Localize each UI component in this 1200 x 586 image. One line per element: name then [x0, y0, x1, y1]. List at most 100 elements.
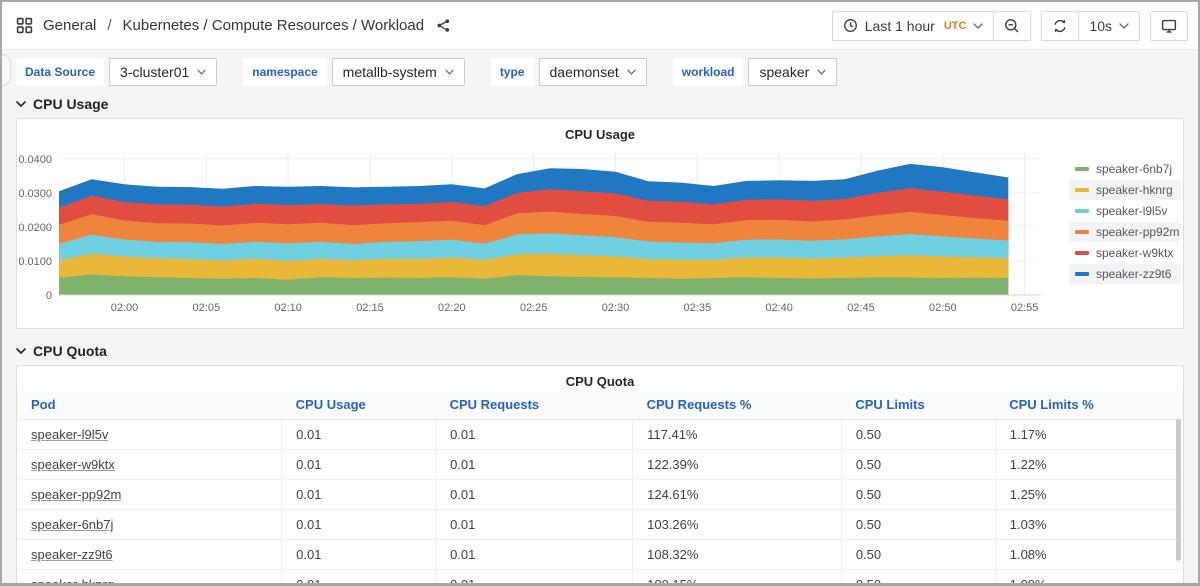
column-header[interactable]: CPU Limits % [995, 391, 1183, 420]
legend-item[interactable]: speaker-hknrg [1069, 180, 1181, 200]
legend-item[interactable]: speaker-zz9t6 [1069, 264, 1181, 284]
table-cell: 0.01 [436, 480, 633, 510]
variable-dropdown[interactable]: metallb-system [332, 58, 465, 86]
x-axis-tick: 02:40 [765, 302, 793, 314]
legend-color-swatch [1075, 209, 1089, 213]
refresh-interval-picker[interactable]: 10s [1078, 12, 1139, 40]
chevron-down-icon [817, 69, 826, 75]
column-header[interactable]: CPU Requests [436, 391, 633, 420]
panel-title[interactable]: CPU Usage [17, 119, 1183, 144]
table-row: speaker-pp92m0.010.01124.61%0.501.25% [17, 480, 1183, 510]
section-header-cpu-usage[interactable]: CPU Usage [16, 96, 1184, 112]
x-axis-tick: 02:00 [111, 302, 139, 314]
table-cell: 0.01 [282, 420, 436, 450]
share-icon[interactable] [436, 18, 451, 33]
table-cell: 0.01 [436, 450, 633, 480]
x-axis-tick: 02:05 [193, 302, 221, 314]
x-axis-tick: 02:50 [929, 302, 957, 314]
table-cell: 1.22% [995, 450, 1183, 480]
pod-link[interactable]: speaker-l9l5v [31, 427, 108, 442]
x-axis-tick: 02:15 [356, 302, 384, 314]
table-cell: 0.01 [436, 570, 633, 586]
breadcrumb-folder[interactable]: General [43, 17, 96, 34]
variable-label: workload [673, 58, 744, 86]
y-axis-tick: 0.0300 [19, 188, 52, 200]
pod-link[interactable]: speaker-6nb7j [31, 517, 113, 532]
variable-dropdown[interactable]: speaker [748, 58, 837, 86]
chevron-down-icon [627, 69, 636, 75]
chevron-down-icon [445, 69, 454, 75]
zoom-out-button[interactable] [993, 12, 1030, 40]
refresh-button[interactable] [1042, 12, 1078, 40]
table-cell: 0.50 [841, 420, 995, 450]
grafana-dashboard-window: General / Kubernetes / Compute Resources… [0, 0, 1200, 586]
table-cell: speaker-zz9t6 [17, 540, 282, 570]
sidebar-pull-tab[interactable] [2, 54, 11, 86]
column-header[interactable]: Pod [17, 391, 282, 420]
panel-title[interactable]: CPU Quota [17, 366, 1183, 391]
column-header[interactable]: CPU Usage [282, 391, 436, 420]
time-controls-group: Last 1 hour UTC [832, 11, 1032, 41]
legend-item[interactable]: speaker-pp92m [1069, 222, 1181, 242]
table-cell: speaker-6nb7j [17, 510, 282, 540]
table-cell: 0.01 [282, 570, 436, 586]
top-header: General / Kubernetes / Compute Resources… [2, 2, 1198, 50]
table-cell: 0.50 [841, 540, 995, 570]
x-axis-tick: 02:30 [602, 302, 630, 314]
column-header[interactable]: CPU Requests % [633, 391, 842, 420]
table-cell: 122.39% [633, 450, 842, 480]
timezone-label: UTC [944, 20, 967, 32]
table-row: speaker-hknrg0.010.01109.15%0.501.09% [17, 570, 1183, 586]
table-row: speaker-w9ktx0.010.01122.39%0.501.22% [17, 450, 1183, 480]
chevron-down-icon [973, 23, 983, 29]
pod-link[interactable]: speaker-w9ktx [31, 457, 115, 472]
table-cell: 0.01 [282, 450, 436, 480]
table-cell: 124.61% [633, 480, 842, 510]
table-cell: 103.26% [633, 510, 842, 540]
table-scrollbar[interactable] [1176, 419, 1181, 561]
table-cell: 0.50 [841, 570, 995, 586]
table-row: speaker-l9l5v0.010.01117.41%0.501.17% [17, 420, 1183, 450]
variable-dropdown[interactable]: daemonset [539, 58, 647, 86]
legend-item[interactable]: speaker-w9ktx [1069, 243, 1181, 263]
legend-label: speaker-l9l5v [1096, 204, 1167, 218]
cpu-usage-stacked-area-chart[interactable]: 00.01000.02000.03000.040002:0002:0502:10… [19, 144, 1069, 320]
table-cell: 0.50 [841, 480, 995, 510]
cpu-usage-panel: CPU Usage 00.01000.02000.03000.040002:00… [16, 118, 1184, 329]
x-axis-tick: 02:55 [1011, 302, 1039, 314]
chevron-down-icon [197, 69, 206, 75]
x-axis-tick: 02:25 [520, 302, 548, 314]
table-cell: 0.50 [841, 510, 995, 540]
pod-link[interactable]: speaker-pp92m [31, 487, 121, 502]
apps-grid-icon[interactable] [16, 17, 33, 34]
legend-item[interactable]: speaker-l9l5v [1069, 201, 1181, 221]
column-header[interactable]: CPU Limits [841, 391, 995, 420]
time-range-label: Last 1 hour [865, 18, 935, 34]
y-axis-tick: 0.0100 [19, 256, 52, 268]
table-cell: 1.09% [995, 570, 1183, 586]
clock-icon [843, 18, 858, 33]
table-cell: 0.01 [282, 480, 436, 510]
refresh-group: 10s [1041, 11, 1140, 41]
y-axis-tick: 0 [46, 290, 52, 302]
table-row: speaker-6nb7j0.010.01103.26%0.501.03% [17, 510, 1183, 540]
section-header-cpu-quota[interactable]: CPU Quota [16, 343, 1184, 359]
time-range-picker[interactable]: Last 1 hour UTC [833, 12, 994, 40]
table-cell: 1.17% [995, 420, 1183, 450]
legend-label: speaker-w9ktx [1096, 246, 1173, 260]
chart-legend: speaker-6nb7jspeaker-hknrg speaker-l9l5v s… [1069, 144, 1181, 320]
pod-link[interactable]: speaker-zz9t6 [31, 547, 113, 562]
template-variables-row: Data Source3-cluster01namespacemetallb-s… [2, 50, 1198, 86]
variable-namespace: namespacemetallb-system [243, 58, 465, 86]
legend-item[interactable]: speaker-6nb7j [1069, 159, 1181, 179]
table-cell: 0.01 [436, 420, 633, 450]
variable-dropdown[interactable]: 3-cluster01 [109, 58, 217, 86]
cpu-quota-table: PodCPU UsageCPU RequestsCPU Requests %CP… [17, 391, 1183, 586]
table-cell: 109.15% [633, 570, 842, 586]
kiosk-mode-button[interactable] [1151, 12, 1187, 40]
section-title: CPU Quota [33, 343, 107, 359]
legend-color-swatch [1075, 272, 1089, 276]
legend-color-swatch [1075, 167, 1089, 171]
breadcrumb-dashboard[interactable]: Kubernetes / Compute Resources / Workloa… [123, 17, 425, 34]
pod-link[interactable]: speaker-hknrg [31, 577, 114, 586]
